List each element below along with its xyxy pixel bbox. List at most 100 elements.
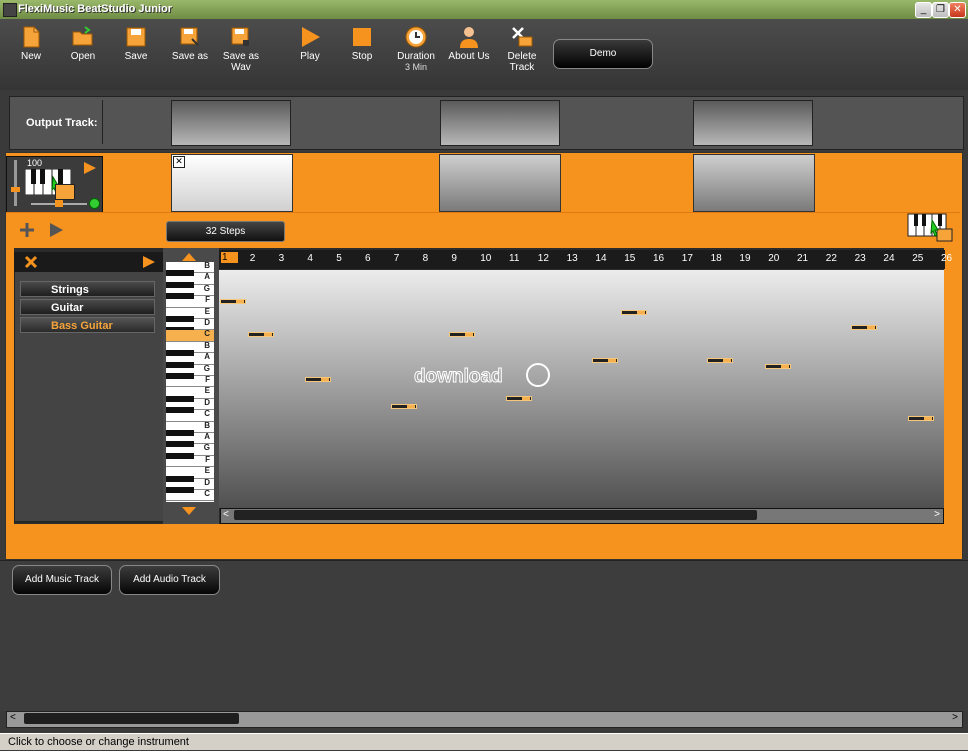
step-number[interactable]: 11	[509, 253, 519, 264]
note-block[interactable]	[851, 325, 877, 330]
piano-key-label: E	[204, 466, 210, 476]
scroll-left-icon[interactable]: <	[10, 712, 16, 723]
note-block[interactable]	[621, 310, 647, 315]
volume-slider[interactable]	[14, 160, 17, 206]
step-number[interactable]: 19	[739, 253, 750, 264]
piano-key-label: G	[203, 283, 210, 293]
scroll-up-arrow-icon[interactable]	[181, 252, 197, 262]
about-us-button[interactable]: About Us	[443, 25, 495, 62]
delete-track-button[interactable]: Delete Track	[496, 25, 548, 73]
play-icon	[302, 27, 320, 47]
note-block[interactable]	[765, 364, 791, 369]
add-music-track-button[interactable]: Add Music Track	[12, 565, 112, 595]
divider	[6, 212, 960, 213]
restore-button[interactable]: ❐	[932, 2, 949, 18]
piano-key[interactable]: C	[166, 489, 214, 502]
note-block[interactable]	[220, 299, 246, 304]
step-number[interactable]: 5	[336, 253, 342, 264]
piano-key-label: F	[205, 454, 210, 464]
minimize-button[interactable]: _	[915, 2, 932, 18]
add-icon[interactable]	[19, 222, 35, 238]
piano-keyboard[interactable]: BAGFEDCBAGFEDCBAGFEDC	[166, 261, 214, 502]
step-number[interactable]: 16	[653, 253, 664, 264]
step-number[interactable]: 6	[365, 253, 371, 264]
step-number[interactable]: 12	[538, 253, 549, 264]
pan-slider-thumb[interactable]	[55, 200, 63, 207]
step-number[interactable]: 8	[423, 253, 429, 264]
add-audio-track-button[interactable]: Add Audio Track	[119, 565, 220, 595]
piano-key-label: A	[204, 352, 210, 362]
stop-button[interactable]: Stop	[336, 25, 388, 62]
play-button[interactable]: Play	[284, 25, 336, 62]
step-number[interactable]: 10	[480, 253, 491, 264]
save-icon	[126, 27, 146, 47]
piano-key-label: B	[204, 420, 210, 430]
step-number[interactable]: 15	[624, 253, 635, 264]
piano-key-label: G	[203, 443, 210, 453]
save-as-button[interactable]: Save as	[164, 25, 216, 62]
close-icon[interactable]	[24, 255, 38, 269]
step-number[interactable]: 17	[682, 253, 693, 264]
mute-indicator[interactable]	[89, 198, 100, 209]
new-button[interactable]: New	[5, 25, 57, 62]
step-number[interactable]: 1	[221, 252, 238, 263]
note-block[interactable]	[449, 332, 475, 337]
step-number[interactable]: 3	[279, 253, 285, 264]
step-number[interactable]: 4	[307, 253, 313, 264]
expand-arrow-icon[interactable]	[142, 255, 156, 269]
instrument-list-header	[14, 252, 164, 272]
save-as-wav-button[interactable]: Save as Wav	[215, 25, 267, 73]
piano-key-label: A	[204, 432, 210, 441]
step-number[interactable]: 13	[567, 253, 578, 264]
instrument-badge	[55, 184, 75, 200]
step-number[interactable]: 22	[826, 253, 837, 264]
note-block[interactable]	[592, 358, 618, 363]
instrument-item-strings[interactable]: Strings	[20, 281, 155, 297]
note-block[interactable]	[506, 396, 532, 401]
step-number[interactable]: 9	[451, 253, 457, 264]
instrument-item-guitar[interactable]: Guitar	[20, 299, 155, 315]
pattern-block[interactable]	[439, 154, 561, 212]
step-number[interactable]: 20	[768, 253, 779, 264]
pattern-block[interactable]	[693, 154, 815, 212]
close-icon[interactable]: ✕	[173, 156, 185, 168]
scroll-left-icon[interactable]: <	[223, 509, 229, 520]
scroll-right-icon[interactable]: >	[934, 509, 940, 520]
note-grid[interactable]: download	[219, 270, 944, 508]
piano-instrument-icon[interactable]	[907, 212, 953, 242]
demo-button[interactable]: Demo	[553, 39, 653, 69]
step-number[interactable]: 26	[941, 253, 952, 264]
step-number[interactable]: 25	[912, 253, 923, 264]
open-button[interactable]: Open	[57, 25, 109, 62]
close-button[interactable]: ✕	[949, 2, 966, 18]
note-block[interactable]	[391, 404, 417, 409]
save-button[interactable]: Save	[110, 25, 162, 62]
pattern-scroll-thumb[interactable]	[234, 510, 757, 520]
instrument-selector[interactable]: 100	[6, 156, 103, 213]
step-number[interactable]: 7	[394, 253, 400, 264]
instrument-item-bass-guitar[interactable]: Bass Guitar	[20, 317, 155, 333]
play-track-icon[interactable]	[83, 161, 97, 175]
scroll-right-icon[interactable]: >	[952, 712, 958, 723]
duration-button[interactable]: Duration 3 Min	[390, 25, 442, 72]
piano-key-label: E	[204, 306, 210, 316]
note-block[interactable]	[248, 332, 274, 337]
pattern-block[interactable]: ✕	[171, 154, 293, 212]
step-number[interactable]: 23	[855, 253, 866, 264]
piano-key-label: D	[204, 318, 210, 327]
volume-slider-thumb[interactable]	[11, 187, 20, 192]
play-pattern-icon[interactable]	[48, 222, 64, 238]
note-block[interactable]	[707, 358, 733, 363]
step-number[interactable]: 24	[883, 253, 894, 264]
step-number[interactable]: 14	[595, 253, 606, 264]
window-title: FlexiMusic BeatStudio Junior	[18, 3, 173, 15]
main-scroll-thumb[interactable]	[24, 713, 239, 724]
scroll-down-arrow-icon[interactable]	[181, 506, 197, 516]
piano-key-label: B	[204, 340, 210, 350]
steps-selector[interactable]: 32 Steps	[166, 221, 285, 242]
step-number[interactable]: 2	[250, 253, 256, 264]
note-block[interactable]	[305, 377, 331, 382]
step-number[interactable]: 21	[797, 253, 808, 264]
note-block[interactable]	[908, 416, 934, 421]
step-number[interactable]: 18	[711, 253, 722, 264]
